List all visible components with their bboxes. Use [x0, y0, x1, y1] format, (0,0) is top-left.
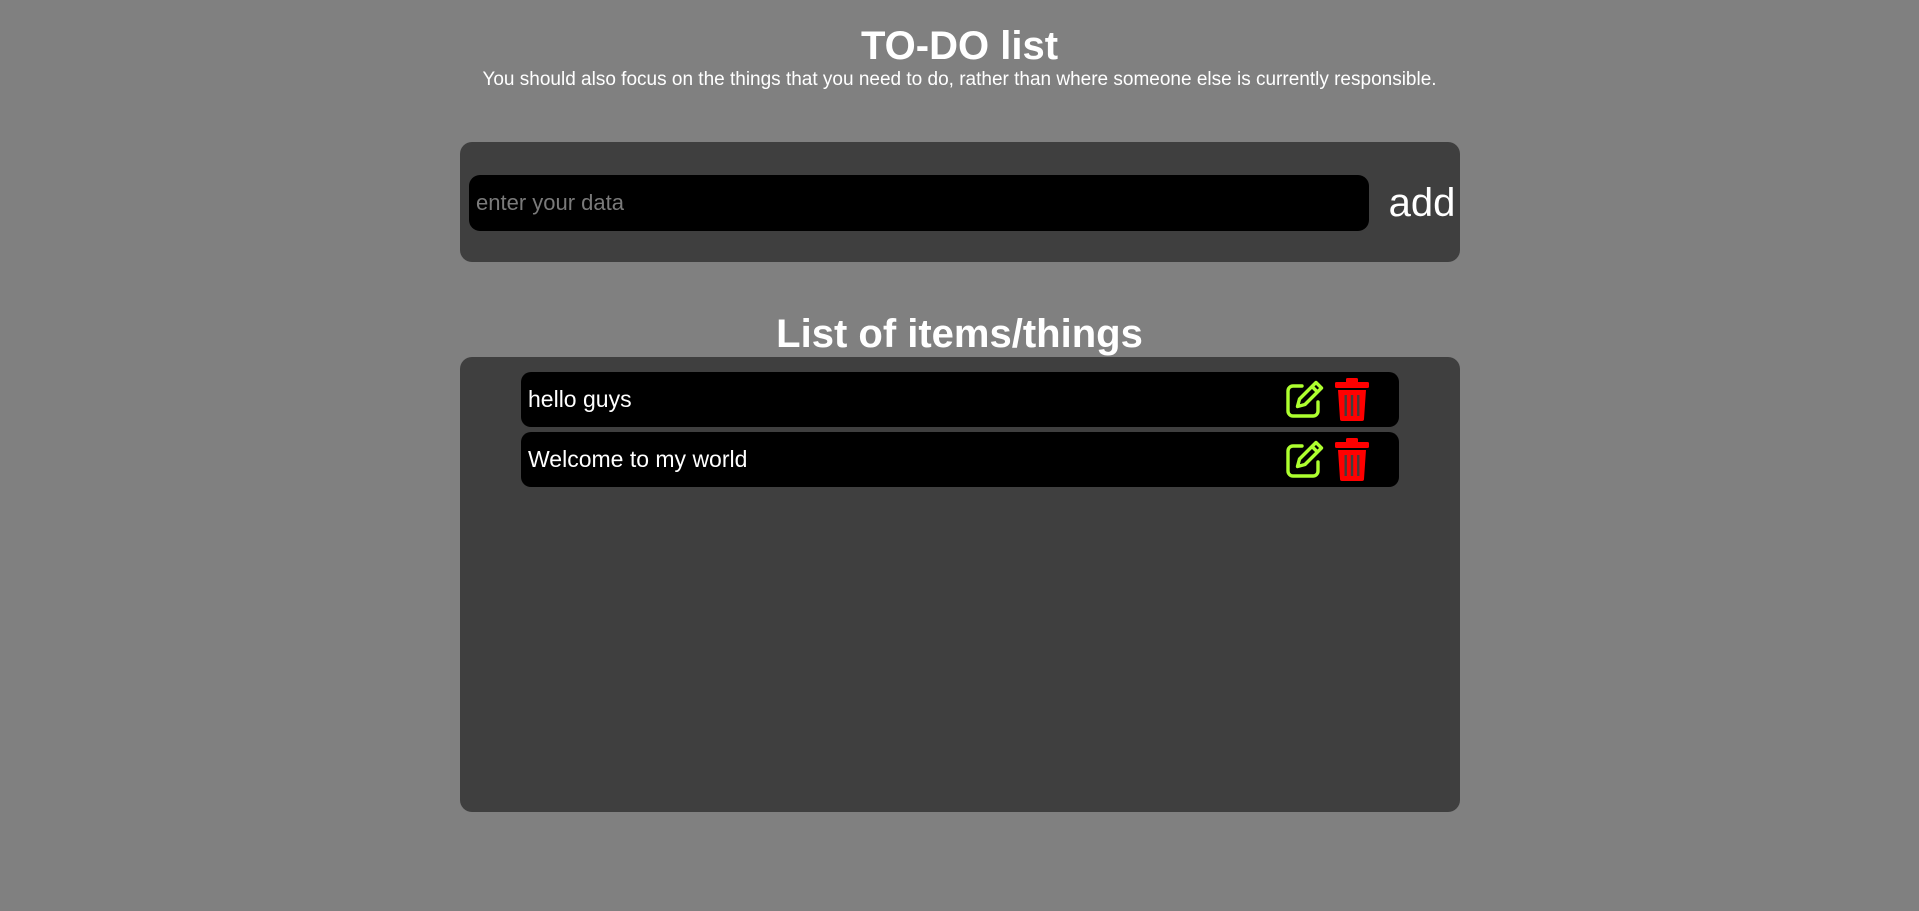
list-heading: List of items/things [776, 312, 1143, 356]
todo-app: TO-DO list You should also focus on the … [0, 0, 1919, 911]
data-input[interactable] [469, 175, 1369, 231]
input-panel: add [460, 142, 1460, 262]
todo-item: Welcome to my world [521, 432, 1399, 487]
todo-item-text: hello guys [528, 386, 632, 412]
trash-icon[interactable] [1333, 437, 1371, 481]
app-title: TO-DO list [860, 24, 1059, 68]
trash-icon[interactable] [1333, 377, 1371, 421]
add-button[interactable]: add [1384, 178, 1460, 228]
todo-item-text: Welcome to my world [528, 446, 748, 472]
edit-icon[interactable] [1283, 439, 1325, 481]
todo-list: hello guys Welcome to my world [460, 357, 1460, 812]
todo-item: hello guys [521, 372, 1399, 427]
app-subtitle: You should also focus on the things that… [482, 69, 1437, 90]
edit-icon[interactable] [1283, 379, 1325, 421]
